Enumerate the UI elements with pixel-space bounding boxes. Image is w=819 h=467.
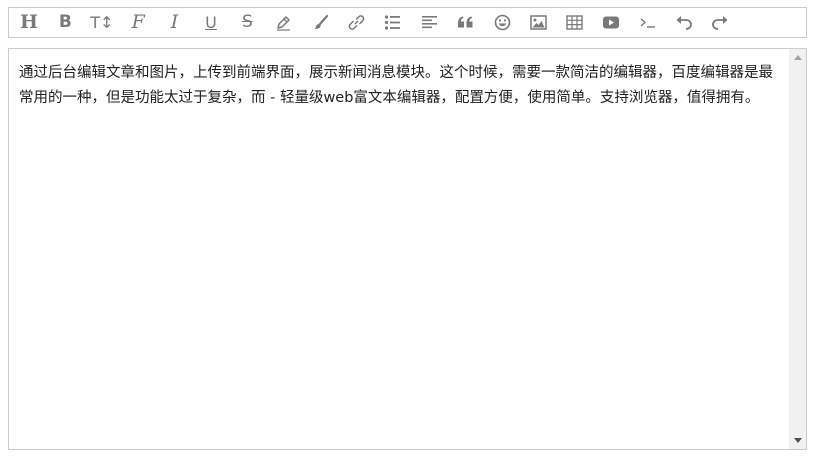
bold-icon[interactable]: B: [51, 10, 79, 36]
align-icon[interactable]: [415, 10, 443, 36]
font-size-icon[interactable]: T↕: [88, 10, 116, 36]
editor-content-area[interactable]: 通过后台编辑文章和图片，上传到前端界面，展示新闻消息模块。这个时候，需要一款简洁…: [8, 48, 807, 450]
pencil-icon[interactable]: [270, 10, 298, 36]
scroll-up-arrow-icon[interactable]: [789, 49, 806, 66]
underline-icon[interactable]: U: [197, 10, 225, 36]
image-icon[interactable]: [524, 10, 552, 36]
emoticon-icon[interactable]: [488, 10, 516, 36]
editor-toolbar: H B T↕ F I U S: [8, 7, 807, 38]
editor-text[interactable]: 通过后台编辑文章和图片，上传到前端界面，展示新闻消息模块。这个时候，需要一款简洁…: [9, 49, 789, 449]
strikethrough-icon[interactable]: S: [233, 10, 261, 36]
header-icon[interactable]: H: [15, 10, 43, 36]
font-family-icon[interactable]: F: [124, 10, 152, 36]
link-icon[interactable]: [343, 10, 371, 36]
italic-icon[interactable]: I: [161, 10, 189, 36]
table-icon[interactable]: [561, 10, 589, 36]
video-icon[interactable]: [597, 10, 625, 36]
list-icon[interactable]: [379, 10, 407, 36]
vertical-scrollbar[interactable]: [789, 49, 806, 449]
code-icon[interactable]: [634, 10, 662, 36]
undo-icon[interactable]: [670, 10, 698, 36]
scroll-down-arrow-icon[interactable]: [789, 432, 806, 449]
quote-icon[interactable]: [452, 10, 480, 36]
rich-text-editor: H B T↕ F I U S 通过后台编辑文章和图片，上传到前端界面，展示新闻消…: [8, 7, 807, 450]
brush-icon[interactable]: [306, 10, 334, 36]
redo-icon[interactable]: [706, 10, 734, 36]
